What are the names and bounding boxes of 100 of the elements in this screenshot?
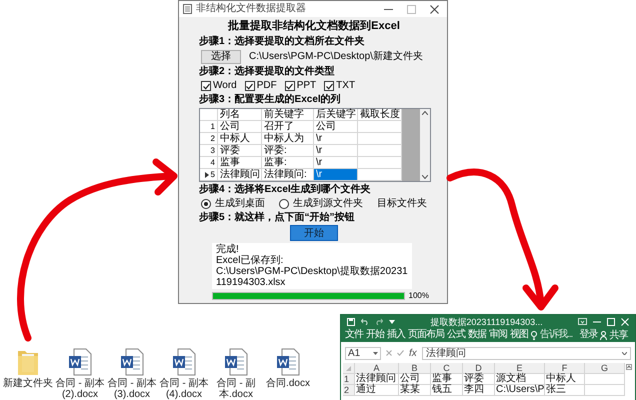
column-header[interactable]: E (495, 363, 545, 374)
document-icon[interactable] (172, 348, 196, 376)
redo-icon[interactable] (375, 318, 383, 325)
row-number: 3 (210, 145, 215, 156)
table-cell[interactable]: 监事 (431, 374, 463, 385)
table-cell[interactable]: 中标人 (218, 133, 262, 145)
checkbox-label[interactable]: TXT (336, 80, 356, 92)
formula-field[interactable]: 法律顾问 (422, 346, 631, 360)
radio-button[interactable] (201, 199, 211, 209)
file-name[interactable]: 合同 - 副本 (3).docx (106, 378, 158, 400)
scrollbar[interactable] (420, 109, 430, 181)
file-name[interactable]: 合同 - 副本 (4).docx (158, 378, 210, 400)
file-name[interactable]: 合同 - 副本 (2).docx (54, 378, 106, 400)
ribbon-tab[interactable]: 数据 (468, 329, 486, 341)
ribbon-tab[interactable]: 文件 (345, 329, 363, 341)
table-cell[interactable]: 评委 (218, 145, 262, 157)
table-cell[interactable]: \r (314, 169, 358, 181)
name-box[interactable]: A1 (345, 346, 381, 360)
ribbon-tab[interactable]: 开始 (366, 329, 384, 341)
undo-icon[interactable] (361, 318, 369, 325)
row-header[interactable]: 4 (200, 157, 218, 169)
ribbon-tab[interactable]: 插入 (387, 329, 405, 341)
scroll-up-icon[interactable] (422, 111, 428, 115)
app-icon (183, 4, 192, 14)
checkbox-label[interactable]: PPT (296, 80, 316, 92)
column-header[interactable]: A (355, 363, 399, 374)
row-header[interactable]: 2 (343, 385, 355, 396)
radio-button[interactable] (279, 199, 289, 209)
step-label: 步骤2：选择要提取的文件类型 (199, 66, 335, 78)
radio-label[interactable]: 生成到桌面 (215, 198, 265, 210)
table-cell[interactable]: 某某 (399, 385, 431, 396)
table-cell[interactable]: 召开了 (262, 121, 314, 133)
file-name[interactable]: 新建文件夹 (2, 378, 54, 389)
table-cell[interactable]: 公司 (399, 374, 431, 385)
row-header[interactable]: 1 (343, 374, 355, 385)
start-button[interactable]: 开始 (290, 225, 338, 241)
table-cell[interactable]: 法律顾问 (218, 169, 262, 181)
table-cell[interactable] (585, 385, 625, 396)
caret-icon[interactable] (373, 352, 378, 354)
ribbon-tab[interactable]: 页面布局 (408, 329, 444, 341)
table-cell[interactable]: 公司 (314, 121, 358, 133)
table-cell[interactable]: 监事 (218, 157, 262, 169)
table-cell[interactable]: 钱五 (431, 385, 463, 396)
radio-label[interactable]: 生成到源文件夹 (293, 198, 363, 210)
column-header[interactable]: D (463, 363, 495, 374)
log-line: 完成! (216, 244, 240, 255)
checkbox[interactable] (284, 81, 295, 91)
table-cell[interactable]: 李四 (463, 385, 495, 396)
document-icon[interactable] (276, 348, 300, 376)
table-cell[interactable]: 张三 (545, 385, 585, 396)
table-cell[interactable]: \r (314, 133, 358, 145)
check-icon (326, 82, 333, 90)
checkbox[interactable] (324, 81, 334, 91)
table-cell[interactable]: 监事: (262, 157, 314, 169)
caret-icon[interactable] (389, 320, 395, 324)
ribbon-display-icon[interactable] (578, 318, 587, 325)
row-header[interactable]: 2 (200, 133, 218, 145)
close-button[interactable] (430, 4, 439, 14)
ribbon-tab[interactable]: 审阅 (489, 329, 507, 341)
table-cell[interactable]: 评委: (262, 145, 314, 157)
file-name[interactable]: 合同 - 副本.docx (210, 378, 262, 400)
table-cell[interactable]: 法律顾问 (355, 374, 399, 385)
table-cell[interactable]: \r (314, 145, 358, 157)
sign-in-link[interactable]: 登录 (579, 329, 598, 341)
table-cell[interactable]: 源文档 (495, 374, 545, 385)
share-button[interactable]: 共享 (600, 328, 628, 342)
row-number: 4 (210, 157, 215, 168)
document-icon[interactable] (120, 348, 144, 376)
column-header[interactable]: F (545, 363, 585, 374)
table-cell[interactable]: 通过 (355, 385, 399, 396)
checkbox[interactable] (201, 81, 211, 91)
row-header[interactable]: 3 (200, 145, 218, 157)
choose-button[interactable]: 选择 (201, 50, 241, 64)
ribbon-tab[interactable]: 视图 (510, 329, 528, 341)
table-cell[interactable] (585, 374, 625, 385)
tell-me-search[interactable]: 告诉我... (540, 329, 572, 341)
caret-icon[interactable] (622, 352, 627, 354)
table-cell[interactable]: 中标人 (545, 374, 585, 385)
checkbox[interactable] (244, 81, 255, 91)
document-icon[interactable] (68, 348, 92, 376)
column-header[interactable]: G (585, 363, 625, 374)
scroll-down-icon[interactable] (422, 175, 428, 179)
document-icon[interactable] (224, 348, 248, 376)
row-header[interactable]: 5 (200, 169, 218, 181)
lightbulb-icon[interactable] (531, 330, 537, 340)
table-cell[interactable]: 评委 (463, 374, 495, 385)
checkbox-label[interactable]: PDF (256, 80, 277, 92)
table-cell[interactable]: 公司 (218, 121, 262, 133)
check-icon[interactable] (397, 350, 404, 356)
function-symbol[interactable]: fx (409, 348, 417, 358)
ribbon-tab[interactable]: 公式 (447, 329, 465, 341)
file-name[interactable]: 合同.docx (262, 378, 314, 389)
save-icon[interactable] (347, 318, 355, 326)
table-cell[interactable]: 中标人为 (262, 133, 314, 145)
column-header[interactable]: C (431, 363, 463, 374)
table-cell[interactable]: C:\Users\P (495, 385, 545, 396)
scroll-up-icon[interactable] (626, 364, 632, 370)
row-header[interactable]: 1 (200, 121, 218, 133)
column-header[interactable]: B (399, 363, 431, 374)
checkbox-label[interactable]: Word (213, 80, 237, 92)
